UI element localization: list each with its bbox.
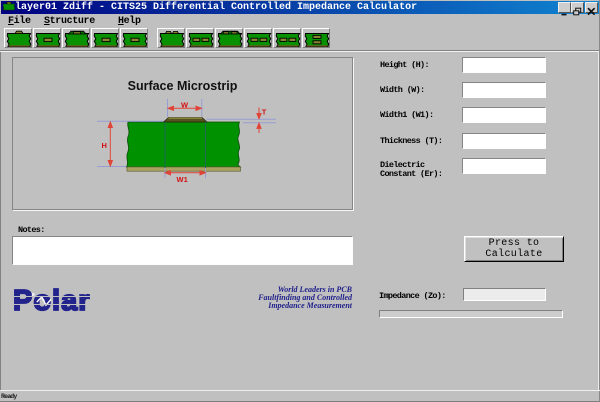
svg-text:W1: W1 (177, 175, 188, 184)
svg-text:T: T (262, 107, 267, 116)
svg-text:H: H (102, 141, 107, 150)
svg-text:W: W (181, 100, 189, 109)
